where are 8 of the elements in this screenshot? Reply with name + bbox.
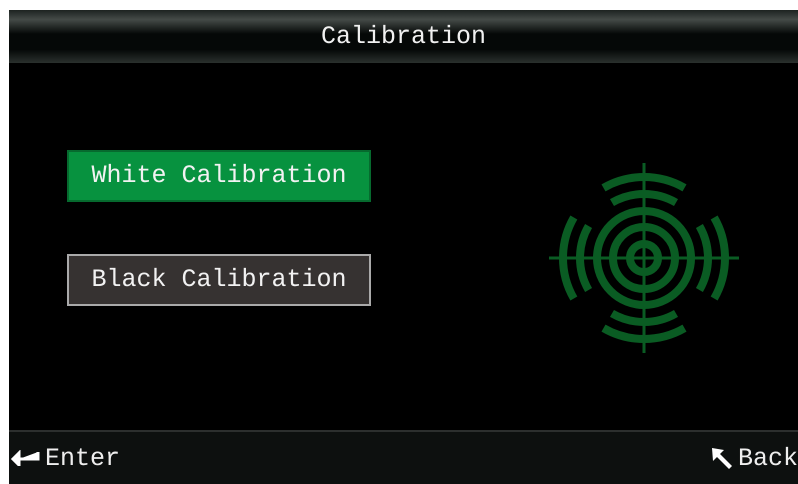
menu-option[interactable]: White Calibration bbox=[67, 150, 371, 202]
enter-label: Enter bbox=[45, 444, 120, 472]
target-icon bbox=[549, 163, 739, 353]
back-label: Back bbox=[738, 444, 798, 472]
menu-option[interactable]: Black Calibration bbox=[67, 254, 371, 306]
screen-title: Calibration bbox=[320, 22, 486, 51]
arrow-icon bbox=[710, 446, 734, 470]
enter-icon bbox=[11, 450, 41, 466]
